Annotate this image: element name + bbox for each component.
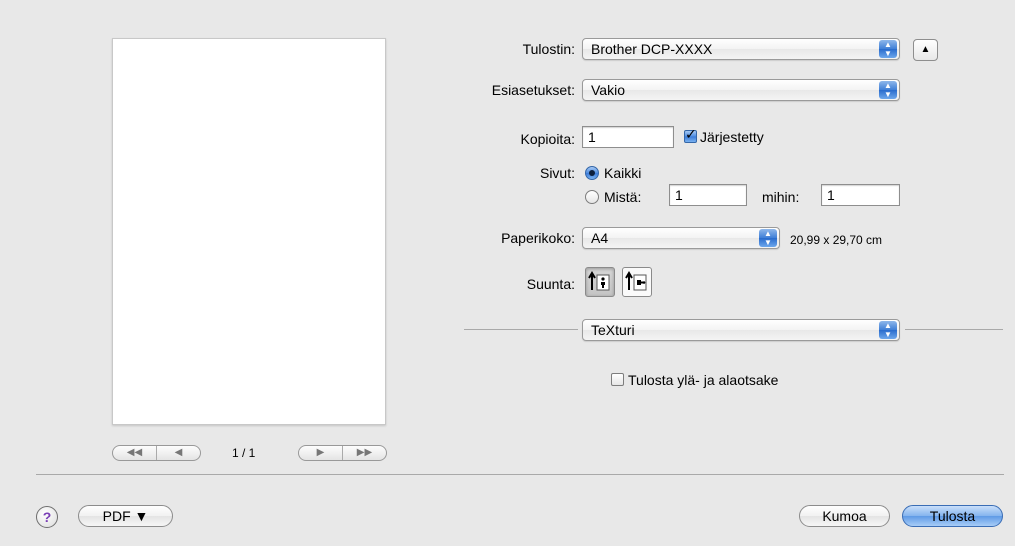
- section-popup[interactable]: TeXturi ▲ ▼: [582, 319, 900, 341]
- first-page-button[interactable]: ◀◀: [113, 446, 156, 460]
- preview-nav-forward-group: ▶ ▶▶: [298, 445, 387, 461]
- collated-checkbox[interactable]: ✓: [684, 126, 697, 143]
- section-divider-left: [464, 329, 578, 330]
- page-counter: 1 / 1: [232, 446, 256, 460]
- pages-label: Sivut:: [539, 165, 575, 181]
- section-value: TeXturi: [591, 322, 635, 338]
- disclosure-button[interactable]: ▲: [913, 39, 938, 61]
- pages-range-radio[interactable]: [585, 190, 599, 204]
- paper-size-label: Paperikoko:: [501, 230, 575, 246]
- header-footer-checkbox[interactable]: [611, 373, 624, 386]
- orientation-label: Suunta:: [526, 276, 575, 292]
- paper-size-value: A4: [591, 230, 609, 246]
- printer-popup[interactable]: Brother DCP-XXXX ▲ ▼: [582, 38, 900, 60]
- printer-value: Brother DCP-XXXX: [591, 41, 713, 57]
- copies-input[interactable]: 1: [582, 126, 674, 148]
- pages-from-input[interactable]: 1: [669, 184, 747, 206]
- pdf-menu-button[interactable]: PDF ▼: [78, 505, 173, 527]
- presets-label: Esiasetukset:: [491, 82, 575, 98]
- print-button[interactable]: Tulosta: [902, 505, 1003, 527]
- cancel-button[interactable]: Kumoa: [799, 505, 890, 527]
- header-footer-label: Tulosta ylä- ja alaotsake: [628, 372, 779, 388]
- pages-all-radio[interactable]: [585, 166, 599, 180]
- paper-size-popup[interactable]: A4 ▲ ▼: [582, 227, 780, 249]
- triangle-up-icon: ▲: [920, 44, 931, 55]
- next-page-button[interactable]: ▶: [299, 446, 342, 460]
- help-button[interactable]: ?: [36, 506, 58, 528]
- popup-arrows-icon: ▲ ▼: [879, 40, 897, 58]
- popup-arrows-icon: ▲ ▼: [879, 81, 897, 99]
- pages-all-label: Kaikki: [604, 165, 642, 181]
- footer-separator: [36, 474, 1004, 475]
- pages-to-label: mihin:: [762, 189, 800, 205]
- portrait-orientation-icon: [588, 271, 610, 291]
- presets-value: Vakio: [591, 82, 625, 98]
- landscape-orientation-button[interactable]: [622, 267, 652, 297]
- section-divider-right: [905, 329, 1003, 330]
- pages-from-label: Mistä:: [604, 189, 642, 205]
- paper-dimensions: 20,99 x 29,70 cm: [790, 233, 883, 247]
- pages-to-input[interactable]: 1: [821, 184, 900, 206]
- print-preview-page: [112, 38, 386, 425]
- portrait-orientation-button[interactable]: [585, 267, 615, 297]
- copies-label: Kopioita:: [520, 131, 575, 147]
- landscape-orientation-icon: [625, 271, 647, 291]
- last-page-button[interactable]: ▶▶: [342, 446, 386, 460]
- previous-page-button[interactable]: ◀: [156, 446, 200, 460]
- help-icon: ?: [42, 509, 52, 525]
- popup-arrows-icon: ▲ ▼: [759, 229, 777, 247]
- checkmark-icon: ✓: [685, 126, 697, 142]
- preview-nav-back-group: ◀◀ ◀: [112, 445, 201, 461]
- printer-label: Tulostin:: [522, 41, 575, 57]
- collated-label: Järjestetty: [700, 129, 764, 145]
- popup-arrows-icon: ▲ ▼: [879, 321, 897, 339]
- presets-popup[interactable]: Vakio ▲ ▼: [582, 79, 900, 101]
